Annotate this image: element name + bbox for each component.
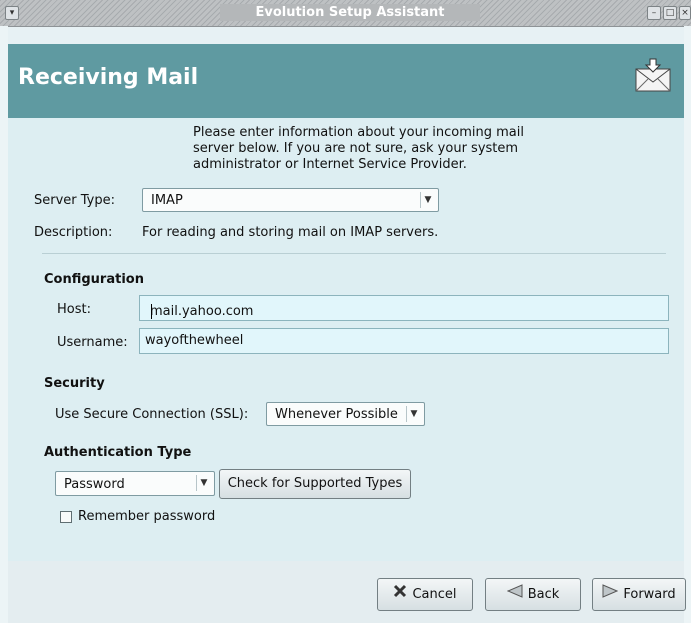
forward-button[interactable]: Forward [592, 578, 686, 611]
form-content: Please enter information about your inco… [8, 118, 684, 561]
configuration-heading: Configuration [44, 272, 144, 287]
cancel-label: Cancel [412, 587, 457, 602]
maximize-icon[interactable]: □ [663, 6, 677, 20]
divider [42, 253, 666, 254]
minimize-icon[interactable]: – [647, 6, 661, 20]
window-title: Evolution Setup Assistant [220, 4, 480, 21]
auth-type-dropdown[interactable]: Password ▼ [55, 471, 215, 496]
back-arrow-icon [506, 579, 523, 610]
button-area [8, 561, 684, 623]
username-field[interactable]: wayofthewheel [139, 328, 669, 354]
check-supported-types-button[interactable]: Check for Supported Types [219, 469, 411, 499]
page-header: Receiving Mail [8, 44, 684, 118]
window-frame-left [0, 26, 8, 623]
forward-arrow-icon [602, 579, 619, 610]
chevron-down-icon: ▼ [196, 475, 211, 491]
ssl-value: Whenever Possible [275, 407, 398, 422]
back-button[interactable]: Back [485, 578, 581, 611]
host-label: Host: [57, 302, 91, 317]
window-menu-icon[interactable]: ▾ [5, 6, 19, 20]
chevron-down-icon: ▼ [406, 406, 421, 422]
mail-envelope-icon [635, 58, 671, 92]
text-cursor [151, 304, 152, 319]
server-type-dropdown[interactable]: IMAP ▼ [142, 188, 439, 212]
ssl-dropdown[interactable]: Whenever Possible ▼ [266, 402, 425, 426]
description-label: Description: [34, 225, 113, 240]
ssl-label: Use Secure Connection (SSL): [55, 407, 249, 422]
remember-password-checkbox[interactable] [60, 511, 72, 523]
chevron-down-icon: ▼ [420, 192, 435, 208]
back-label: Back [527, 587, 560, 602]
cancel-button[interactable]: Cancel [377, 578, 473, 611]
remember-password-label: Remember password [78, 509, 216, 524]
host-field[interactable]: mail.yahoo.com [139, 295, 669, 321]
authentication-heading: Authentication Type [44, 445, 192, 460]
server-type-value: IMAP [151, 193, 183, 208]
auth-type-value: Password [64, 477, 125, 492]
window-titlebar[interactable]: ▾ Evolution Setup Assistant – □ × [0, 0, 691, 27]
username-value: wayofthewheel [145, 333, 244, 348]
description-value: For reading and storing mail on IMAP ser… [142, 225, 439, 240]
security-heading: Security [44, 376, 105, 391]
cancel-icon [393, 579, 407, 610]
username-label: Username: [57, 335, 128, 350]
page-title: Receiving Mail [18, 65, 199, 90]
close-icon[interactable]: × [679, 6, 691, 20]
intro-text: Please enter information about your inco… [193, 125, 524, 172]
forward-label: Forward [623, 587, 676, 602]
host-value: mail.yahoo.com [150, 304, 254, 319]
window-frame-right [684, 26, 691, 623]
server-type-label: Server Type: [34, 193, 116, 208]
